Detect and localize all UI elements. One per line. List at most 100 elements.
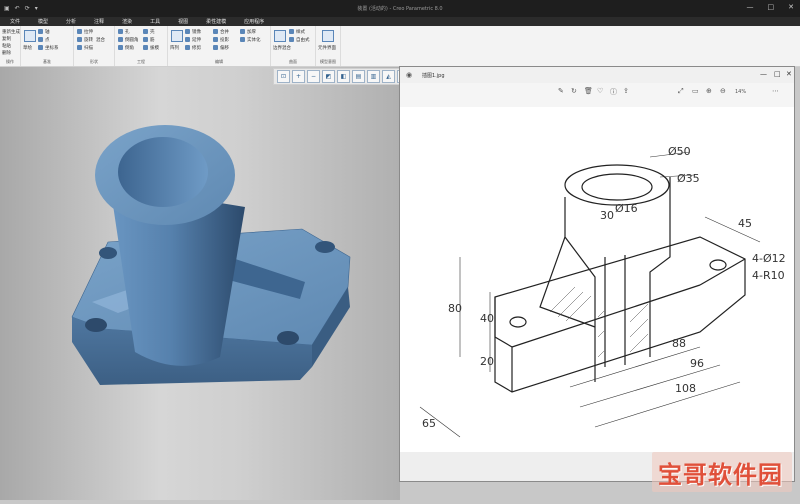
dim-108: 108 [675,382,696,395]
draft-button[interactable]: 拔模 [143,45,159,51]
shell-button[interactable]: 壳 [143,29,155,35]
hole-icon [118,29,123,34]
model-viewport[interactable] [0,67,400,500]
group-label: 工程 [137,59,145,64]
dim-65: 65 [422,417,436,430]
trim-button[interactable]: 修剪 [185,45,201,51]
revolve-button[interactable]: 旋转 [77,37,93,43]
rib-icon [143,37,148,42]
point-icon [38,37,43,42]
favorite-icon[interactable]: ♡ [597,87,603,95]
share-icon[interactable]: ⇪ [623,87,629,95]
paste-button[interactable]: 粘贴 [2,43,11,49]
viewer-app-icon: ◉ [406,71,413,79]
pattern-icon[interactable] [171,30,183,42]
menu-analysis[interactable]: 分析 [57,18,85,25]
sketch-button[interactable]: 草绘 [23,45,32,51]
dim-4-r10: 4-R10 [752,269,785,282]
menu-file[interactable]: 文件 [0,18,29,25]
blend-button[interactable]: 混合 [96,37,105,43]
project-button[interactable]: 投影 [213,37,229,43]
zoom-out-icon[interactable]: − [307,70,320,83]
component-interface-icon[interactable] [322,30,334,42]
edit-image-icon[interactable]: ✎ [558,87,564,95]
axis-icon [38,29,43,34]
window-controls: — □ ✕ [747,3,795,11]
menu-annotate[interactable]: 注释 [85,18,113,25]
more-icon[interactable]: ⋯ [772,87,779,95]
menu-view[interactable]: 视图 [169,18,197,25]
solidify-icon [240,37,245,42]
viewer-minimize-button[interactable]: — [760,70,767,78]
3d-model [71,125,351,385]
pattern-button[interactable]: 阵列 [170,45,179,51]
dim-30: 30 [600,209,614,222]
viewer-maximize-button[interactable]: □ [774,70,781,78]
close-button[interactable]: ✕ [788,3,794,11]
boundary-blend-button[interactable]: 边界混合 [273,45,291,51]
display-style-icon[interactable]: ◧ [337,70,350,83]
watermark: 宝哥软件园 [652,452,792,492]
rib-button[interactable]: 筋 [143,37,155,43]
ribbon-group-surfaces: 边界混合 样式 自由式 曲面 [271,26,316,66]
minimize-button[interactable]: — [747,3,754,11]
dim-88: 88 [672,337,686,350]
point-button[interactable]: 点 [38,37,50,43]
hole-button[interactable]: 孔 [118,29,130,35]
extrude-button[interactable]: 拉伸 [77,29,93,35]
component-interface-button[interactable]: 元件界面 [318,45,336,51]
menu-tools[interactable]: 工具 [141,18,169,25]
delete-icon[interactable]: 🗑 [584,87,593,95]
menu-model[interactable]: 模型 [29,18,57,25]
mirror-button[interactable]: 镜像 [185,29,201,35]
image-viewer-window: ◉ 插图1.jpg — □ ✕ ✎ ↻ 🗑 ♡ ⓘ ⇪ ⤢ ▭ ⊕ ⊖ 14% … [399,66,795,482]
mirror-icon [185,29,190,34]
menu-flexible-modeling[interactable]: 柔性建模 [197,18,235,25]
saved-views-icon[interactable]: ▤ [352,70,365,83]
freestyle-icon [289,37,294,42]
zoom-in-icon[interactable]: + [292,70,305,83]
thicken-button[interactable]: 加厚 [240,29,256,35]
coord-sys-icon [38,45,43,50]
shell-icon [143,29,148,34]
refit-icon[interactable]: ⊡ [277,70,290,83]
viewer-close-button[interactable]: ✕ [786,70,792,78]
window-title: 装置 (活动的) - Creo Parametric 8.0 [357,6,443,12]
copy-button[interactable]: 复制 [2,36,11,42]
menu-render[interactable]: 渲染 [113,18,141,25]
fit-icon[interactable]: ▭ [692,87,699,95]
offset-button[interactable]: 偏移 [213,45,229,51]
round-button[interactable]: 倒圆角 [118,37,139,43]
axis-button[interactable]: 轴 [38,29,50,35]
dim-80: 80 [448,302,462,315]
maximize-button[interactable]: □ [768,3,775,11]
group-label: 形状 [90,59,98,64]
draft-icon [143,45,148,50]
dim-20: 20 [480,355,494,368]
merge-button[interactable]: 合并 [213,29,229,35]
rotate-icon[interactable]: ↻ [571,87,577,95]
zoom-in-icon[interactable]: ⊕ [706,87,712,95]
project-icon [213,37,218,42]
coord-sys-button[interactable]: 坐标系 [38,45,59,51]
regenerate-button[interactable]: 重新生成 [2,29,20,35]
trim-icon [185,45,190,50]
group-label: 模型意图 [320,59,336,64]
freestyle-button[interactable]: 自由式 [289,37,310,43]
view-manager-icon[interactable]: ▥ [367,70,380,83]
perspective-icon[interactable]: ◭ [382,70,395,83]
boundary-blend-icon[interactable] [274,30,286,42]
solidify-button[interactable]: 实体化 [240,37,261,43]
plane-icon[interactable] [24,30,36,42]
zoom-out-icon[interactable]: ⊖ [720,87,726,95]
repaint-icon[interactable]: ◩ [322,70,335,83]
delete-button[interactable]: 删除 [2,50,11,56]
extend-button[interactable]: 延伸 [185,37,201,43]
chamfer-button[interactable]: 倒角 [118,45,134,51]
sweep-button[interactable]: 扫描 [77,45,93,51]
extend-icon [185,37,190,42]
fullscreen-icon[interactable]: ⤢ [678,87,684,96]
info-icon[interactable]: ⓘ [610,87,617,97]
style-button[interactable]: 样式 [289,29,305,35]
menu-applications[interactable]: 应用程序 [235,18,273,25]
